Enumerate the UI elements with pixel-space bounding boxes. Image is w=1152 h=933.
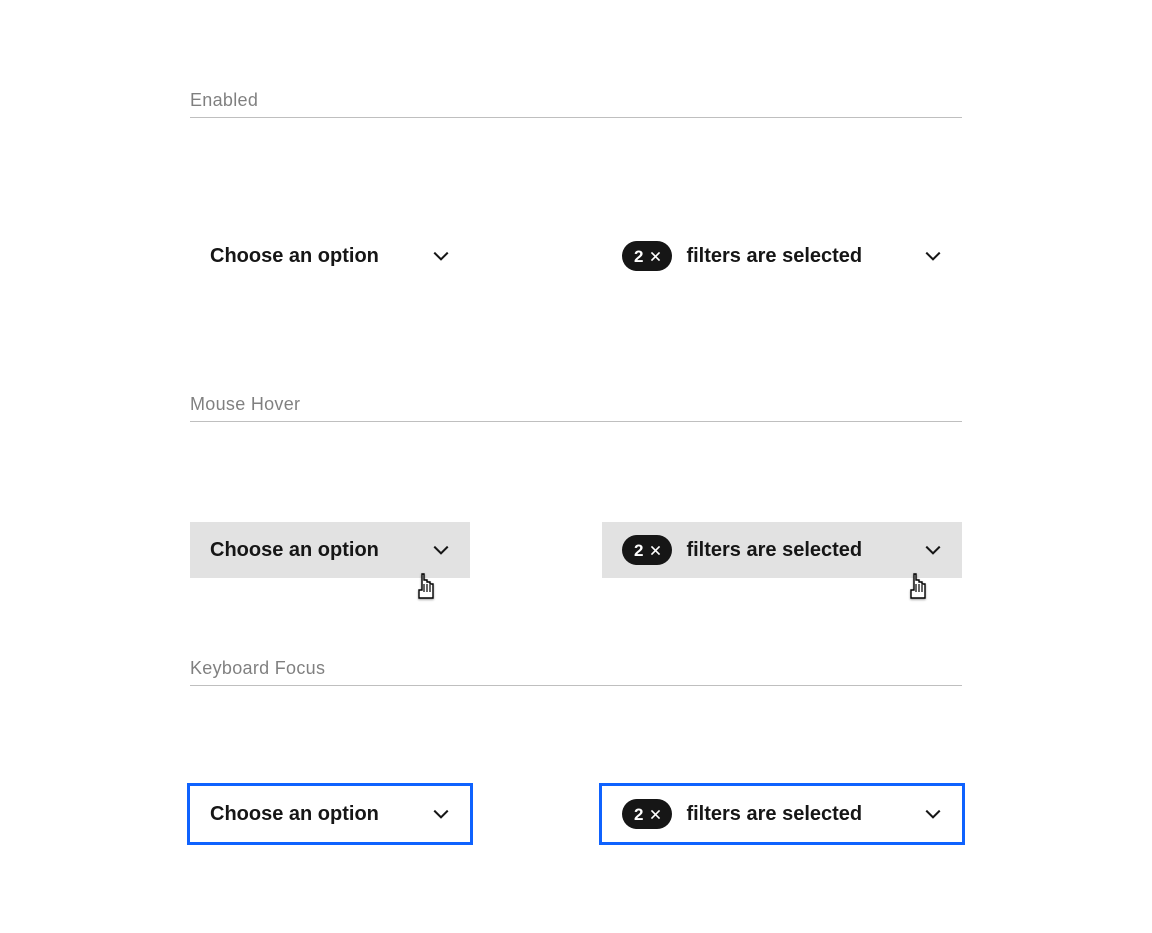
filter-count: 2 xyxy=(634,248,643,265)
filter-count: 2 xyxy=(634,542,643,559)
chevron-down-icon xyxy=(924,805,942,823)
section-heading-focus: Keyboard Focus xyxy=(190,658,962,686)
dropdown-enabled-filter[interactable]: 2 filters are selected xyxy=(602,228,962,284)
dropdown-enabled-default[interactable]: Choose an option xyxy=(190,228,470,284)
chevron-down-icon xyxy=(924,247,942,265)
filter-count-badge[interactable]: 2 xyxy=(622,799,672,829)
dropdown-placeholder: Choose an option xyxy=(210,539,379,562)
chevron-down-icon xyxy=(432,247,450,265)
dropdown-focus-filter[interactable]: 2 filters are selected xyxy=(602,786,962,842)
dropdown-placeholder: Choose an option xyxy=(210,245,379,268)
filter-count-badge[interactable]: 2 xyxy=(622,535,672,565)
dropdown-filter-label: filters are selected xyxy=(686,539,862,562)
dropdown-filter-label: filters are selected xyxy=(686,803,862,826)
dropdown-placeholder: Choose an option xyxy=(210,803,379,826)
section-heading-hover: Mouse Hover xyxy=(190,394,962,422)
chevron-down-icon xyxy=(432,541,450,559)
filter-count: 2 xyxy=(634,806,643,823)
chevron-down-icon xyxy=(924,541,942,559)
close-icon[interactable] xyxy=(649,808,662,821)
section-heading-enabled: Enabled xyxy=(190,90,962,118)
dropdown-focus-default[interactable]: Choose an option xyxy=(190,786,470,842)
chevron-down-icon xyxy=(432,805,450,823)
cursor-pointer-icon xyxy=(906,572,930,602)
dropdown-hover-default[interactable]: Choose an option xyxy=(190,522,470,578)
cursor-pointer-icon xyxy=(414,572,438,602)
dropdown-hover-filter[interactable]: 2 filters are selected xyxy=(602,522,962,578)
close-icon[interactable] xyxy=(649,250,662,263)
dropdown-filter-label: filters are selected xyxy=(686,245,862,268)
filter-count-badge[interactable]: 2 xyxy=(622,241,672,271)
close-icon[interactable] xyxy=(649,544,662,557)
